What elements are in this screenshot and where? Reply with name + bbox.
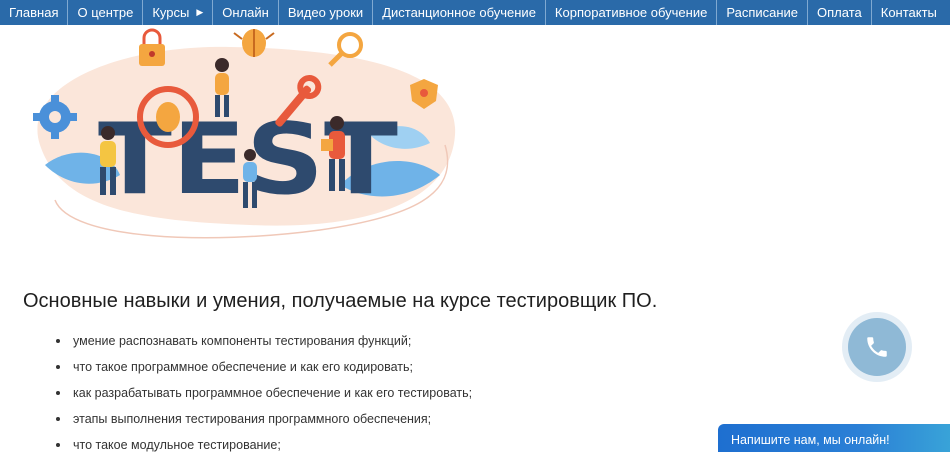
list-item: этапы выполнения тестирования программно… [56, 407, 472, 433]
list-item: умение распознавать компоненты тестирова… [56, 329, 472, 355]
nav-item-label: Расписание [726, 5, 799, 20]
phone-icon [867, 337, 887, 357]
nav-item-label: Видео уроки [287, 5, 364, 20]
bullet-icon [56, 391, 60, 395]
nav-item-video-lessons[interactable]: Видео уроки [279, 0, 374, 25]
nav-item-label: Главная [9, 5, 59, 20]
nav-item-payment[interactable]: Оплата [808, 0, 872, 25]
caret-right-icon: ▶ [196, 7, 204, 17]
bullet-icon [56, 339, 60, 343]
nav-item-online[interactable]: Онлайн [213, 0, 279, 25]
list-item-text: этапы выполнения тестирования программно… [73, 412, 432, 426]
list-item-text: что такое программное обеспечение и как … [73, 360, 414, 374]
bullet-icon [56, 417, 60, 421]
list-item: что такое модульное тестирование; [56, 433, 472, 452]
skills-list: умение распознавать компоненты тестирова… [56, 329, 472, 452]
nav-item-label: О центре [77, 5, 134, 20]
nav-item-about[interactable]: О центре [68, 0, 144, 25]
nav-item-home[interactable]: Главная [0, 0, 69, 25]
bullet-icon [56, 365, 60, 369]
chat-label: Напишите нам, мы онлайн! [731, 433, 890, 447]
nav-item-contacts[interactable]: Контакты [872, 0, 946, 25]
nav-item-schedule[interactable]: Расписание [717, 0, 809, 25]
list-item-text: умение распознавать компоненты тестирова… [73, 334, 412, 348]
list-item-text: как разрабатывать программное обеспечени… [73, 386, 473, 400]
nav-item-label: Оплата [817, 5, 862, 20]
list-item: что такое программное обеспечение и как … [56, 355, 472, 381]
section-heading: Основные навыки и умения, получаемые на … [23, 290, 658, 312]
nav-item-label: Дистанционное обучение [382, 5, 536, 20]
list-item: как разрабатывать программное обеспечени… [56, 381, 472, 407]
bullet-icon [56, 443, 60, 447]
nav-item-label: Онлайн [222, 5, 269, 20]
main-nav: Главная О центре Курсы ▶ Онлайн Видео ур… [0, 0, 950, 25]
online-chat-widget[interactable]: Напишите нам, мы онлайн! [718, 424, 950, 452]
nav-item-label: Корпоративное обучение [554, 5, 708, 20]
nav-item-courses[interactable]: Курсы ▶ [143, 0, 214, 25]
list-item-text: что такое модульное тестирование; [73, 438, 281, 452]
nav-item-distance-learning[interactable]: Дистанционное обучение [373, 0, 546, 25]
nav-item-corporate-learning[interactable]: Корпоративное обучение [546, 0, 718, 25]
nav-item-label: Курсы [152, 5, 190, 20]
test-hero-illustration: TEST [33, 28, 456, 239]
padlock-icon [139, 28, 165, 66]
call-button[interactable] [848, 318, 906, 376]
nav-item-label: Контакты [880, 5, 937, 20]
